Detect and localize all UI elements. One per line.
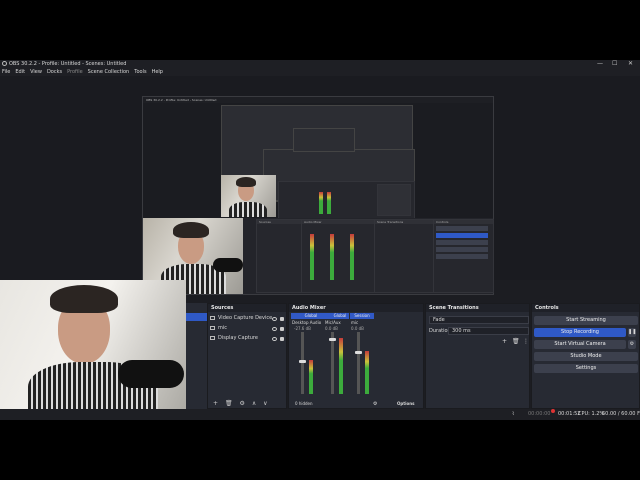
- transitions-dock: Scene Transitions Fade Duration 300 ms +…: [425, 303, 530, 409]
- eye-icon[interactable]: [272, 317, 277, 321]
- hidden-count: 0 hidden: [295, 401, 313, 406]
- mixer-title: Audio Mixer: [289, 304, 423, 312]
- obs-window: OBS 30.2.2 - Profile: Untitled - Scenes:…: [0, 60, 640, 420]
- cpu-usage: CPU: 1.2%: [578, 411, 605, 417]
- volume-slider-knob[interactable]: [299, 359, 306, 363]
- webcam-overlay: [0, 280, 186, 420]
- source-label: Video Capture Device: [218, 315, 273, 321]
- sources-toolbar: + 🗑 ⚙ ∧ ∨: [208, 400, 286, 408]
- level-meter: [339, 338, 343, 394]
- duration-input[interactable]: 300 ms: [448, 327, 529, 335]
- eye-icon[interactable]: [272, 327, 277, 331]
- window-title: OBS 30.2.2 - Profile: Untitled - Scenes:…: [9, 61, 127, 67]
- mixer-options-button[interactable]: Options: [397, 400, 415, 408]
- scenes-dock-partial: [186, 303, 207, 409]
- maximize-icon[interactable]: ☐: [612, 60, 617, 68]
- recording-icon: [551, 409, 555, 413]
- controls-title: Controls: [532, 304, 639, 312]
- volume-slider[interactable]: [357, 332, 360, 394]
- lock-icon[interactable]: [280, 317, 284, 321]
- volume-slider[interactable]: [331, 332, 334, 394]
- mixer-settings-icon[interactable]: ⚙: [373, 400, 377, 408]
- close-icon[interactable]: ✕: [628, 60, 633, 68]
- more-options-icon[interactable]: ⋮: [523, 338, 529, 346]
- microphone-icon: [210, 325, 215, 330]
- recursive-capture: [293, 128, 355, 152]
- level-meter: [365, 350, 369, 394]
- source-label: mic: [218, 325, 228, 331]
- minimize-icon[interactable]: —: [597, 60, 603, 68]
- menu-scene-collection[interactable]: Scene Collection: [88, 68, 130, 76]
- lock-icon[interactable]: [280, 337, 284, 341]
- stop-recording-button[interactable]: Stop Recording: [534, 328, 626, 337]
- menu-help[interactable]: Help: [152, 68, 163, 76]
- transitions-title: Scene Transitions: [426, 304, 529, 312]
- nested-preview: [143, 103, 493, 219]
- menu-bar: File Edit View Docks Profile Scene Colle…: [0, 68, 640, 76]
- start-virtual-camera-button[interactable]: Start Virtual Camera: [534, 340, 626, 349]
- title-bar: OBS 30.2.2 - Profile: Untitled - Scenes:…: [0, 60, 640, 68]
- wifi-icon: ⌇: [512, 411, 515, 417]
- transition-select[interactable]: Fade: [429, 316, 529, 324]
- nested-webcam-image: [221, 175, 276, 217]
- fps-readout: 60.00 / 60.00 FPS: [602, 411, 640, 417]
- studio-mode-button[interactable]: Studio Mode: [534, 352, 638, 361]
- source-properties-button[interactable]: ⚙: [240, 400, 245, 407]
- audio-mixer-dock: Audio Mixer Global Global Session Deskto…: [288, 303, 424, 409]
- source-label: Display Capture: [218, 335, 258, 341]
- pause-icon[interactable]: ❚❚: [628, 328, 636, 337]
- monitor-icon: [210, 335, 215, 340]
- nested-docks: [278, 181, 415, 219]
- volume-slider-knob[interactable]: [355, 350, 362, 354]
- menu-edit[interactable]: Edit: [15, 68, 25, 76]
- nested-obs-capture: OBS 30.2.2 - Profile: Untitled - Scenes:…: [142, 96, 494, 295]
- volume-slider[interactable]: [301, 332, 304, 394]
- controls-dock: Controls Start Streaming Stop Recording …: [531, 303, 640, 409]
- remove-source-button[interactable]: 🗑: [225, 400, 233, 407]
- level-meter: [309, 359, 313, 394]
- sources-dock: Sources Video Capture Device mic Display…: [207, 303, 287, 409]
- obs-logo-icon: [2, 61, 7, 66]
- move-up-button[interactable]: ∧: [252, 400, 256, 407]
- menu-view[interactable]: View: [30, 68, 42, 76]
- volume-slider-knob[interactable]: [329, 338, 336, 342]
- menu-tools[interactable]: Tools: [134, 68, 146, 76]
- sources-title: Sources: [208, 304, 286, 312]
- remove-transition-icon[interactable]: 🗑: [512, 338, 520, 346]
- settings-button[interactable]: Settings: [534, 364, 638, 373]
- move-down-button[interactable]: ∨: [263, 400, 267, 407]
- nested-dock-area: Sources Audio Mixer Scene Transitions Co…: [143, 218, 494, 294]
- menu-docks[interactable]: Docks: [47, 68, 62, 76]
- menu-file[interactable]: File: [2, 68, 10, 76]
- scene-item-selected[interactable]: [186, 313, 207, 321]
- eye-icon[interactable]: [272, 337, 277, 341]
- add-transition-icon[interactable]: +: [502, 338, 507, 346]
- start-streaming-button[interactable]: Start Streaming: [534, 316, 638, 325]
- menu-profile[interactable]: Profile: [67, 68, 83, 76]
- gear-icon[interactable]: ⚙: [628, 340, 636, 349]
- lock-icon[interactable]: [280, 327, 284, 331]
- status-bar: ⌇ 00:00:00 00:01:52 CPU: 1.2% 60.00 / 60…: [0, 409, 640, 420]
- camera-icon: [210, 315, 215, 320]
- stream-time: 00:00:00: [528, 411, 551, 417]
- add-source-button[interactable]: +: [213, 400, 218, 407]
- program-preview[interactable]: OBS 30.2.2 - Profile: Untitled - Scenes:…: [0, 76, 640, 329]
